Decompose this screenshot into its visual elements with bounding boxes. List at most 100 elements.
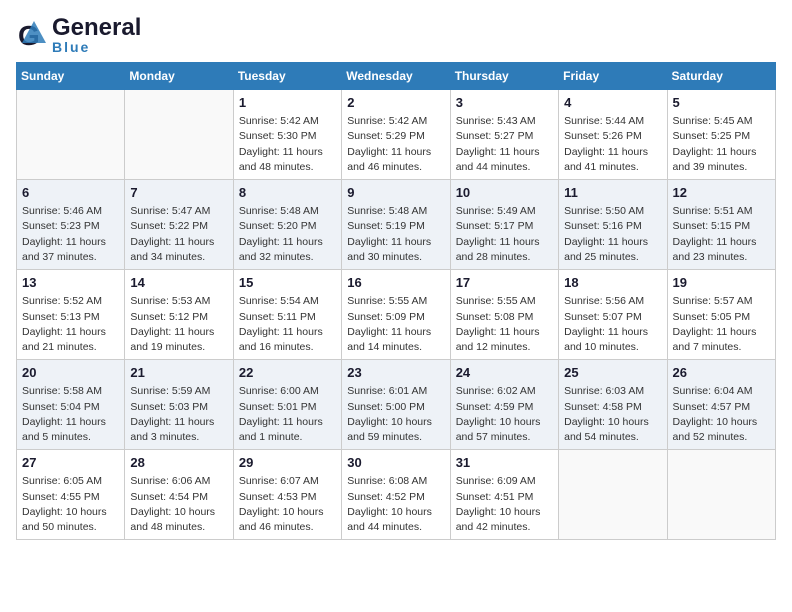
calendar-cell: 31 Sunrise: 6:09 AM Sunset: 4:51 PM Dayli… bbox=[450, 450, 558, 540]
calendar-cell: 25 Sunrise: 6:03 AM Sunset: 4:58 PM Dayli… bbox=[559, 360, 667, 450]
day-number: 29 bbox=[239, 454, 336, 472]
day-info: Sunrise: 5:56 AM Sunset: 5:07 PM Dayligh… bbox=[564, 294, 661, 355]
day-number: 11 bbox=[564, 184, 661, 202]
calendar-cell: 9 Sunrise: 5:48 AM Sunset: 5:19 PM Daylig… bbox=[342, 180, 450, 270]
logo-general: General bbox=[52, 16, 141, 40]
calendar-cell: 18 Sunrise: 5:56 AM Sunset: 5:07 PM Dayli… bbox=[559, 270, 667, 360]
calendar-week-3: 13 Sunrise: 5:52 AM Sunset: 5:13 PM Dayli… bbox=[17, 270, 776, 360]
calendar-cell: 21 Sunrise: 5:59 AM Sunset: 5:03 PM Dayli… bbox=[125, 360, 233, 450]
weekday-header-sunday: Sunday bbox=[17, 63, 125, 90]
calendar-cell: 23 Sunrise: 6:01 AM Sunset: 5:00 PM Dayli… bbox=[342, 360, 450, 450]
calendar-header-row: SundayMondayTuesdayWednesdayThursdayFrid… bbox=[17, 63, 776, 90]
calendar-cell: 8 Sunrise: 5:48 AM Sunset: 5:20 PM Daylig… bbox=[233, 180, 341, 270]
day-info: Sunrise: 6:06 AM Sunset: 4:54 PM Dayligh… bbox=[130, 474, 227, 535]
day-number: 23 bbox=[347, 364, 444, 382]
calendar-cell: 1Sunrise: 5:42 AM Sunset: 5:30 PM Daylig… bbox=[233, 90, 341, 180]
day-number: 19 bbox=[673, 274, 770, 292]
day-info: Sunrise: 5:42 AM Sunset: 5:29 PM Dayligh… bbox=[347, 114, 444, 175]
day-number: 26 bbox=[673, 364, 770, 382]
calendar-cell: 16Sunrise: 5:55 AM Sunset: 5:09 PM Dayli… bbox=[342, 270, 450, 360]
day-number: 1 bbox=[239, 94, 336, 112]
calendar-cell bbox=[125, 90, 233, 180]
calendar-cell: 5 Sunrise: 5:45 AM Sunset: 5:25 PM Daylig… bbox=[667, 90, 775, 180]
calendar-cell: 14Sunrise: 5:53 AM Sunset: 5:12 PM Dayli… bbox=[125, 270, 233, 360]
day-info: Sunrise: 6:01 AM Sunset: 5:00 PM Dayligh… bbox=[347, 384, 444, 445]
day-info: Sunrise: 5:52 AM Sunset: 5:13 PM Dayligh… bbox=[22, 294, 119, 355]
day-number: 2 bbox=[347, 94, 444, 112]
calendar-week-2: 6 Sunrise: 5:46 AM Sunset: 5:23 PM Daylig… bbox=[17, 180, 776, 270]
calendar-cell: 24 Sunrise: 6:02 AM Sunset: 4:59 PM Dayli… bbox=[450, 360, 558, 450]
day-info: Sunrise: 5:59 AM Sunset: 5:03 PM Dayligh… bbox=[130, 384, 227, 445]
day-info: Sunrise: 5:54 AM Sunset: 5:11 PM Dayligh… bbox=[239, 294, 336, 355]
day-info: Sunrise: 5:50 AM Sunset: 5:16 PM Dayligh… bbox=[564, 204, 661, 265]
day-number: 3 bbox=[456, 94, 553, 112]
logo: G General Blue bbox=[16, 16, 141, 54]
day-number: 18 bbox=[564, 274, 661, 292]
calendar-cell: 20 Sunrise: 5:58 AM Sunset: 5:04 PM Dayli… bbox=[17, 360, 125, 450]
day-info: Sunrise: 6:08 AM Sunset: 4:52 PM Dayligh… bbox=[347, 474, 444, 535]
day-number: 5 bbox=[673, 94, 770, 112]
day-info: Sunrise: 6:02 AM Sunset: 4:59 PM Dayligh… bbox=[456, 384, 553, 445]
logo-icon: G bbox=[16, 17, 52, 53]
day-info: Sunrise: 6:09 AM Sunset: 4:51 PM Dayligh… bbox=[456, 474, 553, 535]
day-number: 8 bbox=[239, 184, 336, 202]
calendar-week-1: 1Sunrise: 5:42 AM Sunset: 5:30 PM Daylig… bbox=[17, 90, 776, 180]
calendar-cell: 11 Sunrise: 5:50 AM Sunset: 5:16 PM Dayli… bbox=[559, 180, 667, 270]
day-number: 12 bbox=[673, 184, 770, 202]
logo-blue: Blue bbox=[52, 40, 141, 54]
day-info: Sunrise: 5:44 AM Sunset: 5:26 PM Dayligh… bbox=[564, 114, 661, 175]
day-info: Sunrise: 5:57 AM Sunset: 5:05 PM Dayligh… bbox=[673, 294, 770, 355]
calendar-cell: 13 Sunrise: 5:52 AM Sunset: 5:13 PM Dayli… bbox=[17, 270, 125, 360]
day-info: Sunrise: 5:49 AM Sunset: 5:17 PM Dayligh… bbox=[456, 204, 553, 265]
weekday-header-wednesday: Wednesday bbox=[342, 63, 450, 90]
calendar-week-5: 27Sunrise: 6:05 AM Sunset: 4:55 PM Dayli… bbox=[17, 450, 776, 540]
weekday-header-friday: Friday bbox=[559, 63, 667, 90]
day-info: Sunrise: 6:04 AM Sunset: 4:57 PM Dayligh… bbox=[673, 384, 770, 445]
day-number: 31 bbox=[456, 454, 553, 472]
weekday-header-thursday: Thursday bbox=[450, 63, 558, 90]
weekday-header-saturday: Saturday bbox=[667, 63, 775, 90]
calendar-cell: 29 Sunrise: 6:07 AM Sunset: 4:53 PM Dayli… bbox=[233, 450, 341, 540]
day-number: 15 bbox=[239, 274, 336, 292]
day-number: 6 bbox=[22, 184, 119, 202]
calendar-cell: 6 Sunrise: 5:46 AM Sunset: 5:23 PM Daylig… bbox=[17, 180, 125, 270]
calendar-cell: 27Sunrise: 6:05 AM Sunset: 4:55 PM Dayli… bbox=[17, 450, 125, 540]
calendar-cell: 17Sunrise: 5:55 AM Sunset: 5:08 PM Dayli… bbox=[450, 270, 558, 360]
day-number: 27 bbox=[22, 454, 119, 472]
day-info: Sunrise: 5:48 AM Sunset: 5:20 PM Dayligh… bbox=[239, 204, 336, 265]
calendar-cell: 26 Sunrise: 6:04 AM Sunset: 4:57 PM Dayli… bbox=[667, 360, 775, 450]
calendar-table: SundayMondayTuesdayWednesdayThursdayFrid… bbox=[16, 62, 776, 540]
calendar-cell: 4 Sunrise: 5:44 AM Sunset: 5:26 PM Daylig… bbox=[559, 90, 667, 180]
calendar-body: 1Sunrise: 5:42 AM Sunset: 5:30 PM Daylig… bbox=[17, 90, 776, 540]
day-number: 13 bbox=[22, 274, 119, 292]
day-number: 17 bbox=[456, 274, 553, 292]
page-header: G General Blue bbox=[16, 16, 776, 54]
calendar-cell: 30Sunrise: 6:08 AM Sunset: 4:52 PM Dayli… bbox=[342, 450, 450, 540]
calendar-cell: 3 Sunrise: 5:43 AM Sunset: 5:27 PM Daylig… bbox=[450, 90, 558, 180]
day-info: Sunrise: 5:45 AM Sunset: 5:25 PM Dayligh… bbox=[673, 114, 770, 175]
day-number: 9 bbox=[347, 184, 444, 202]
day-number: 7 bbox=[130, 184, 227, 202]
day-number: 24 bbox=[456, 364, 553, 382]
day-number: 20 bbox=[22, 364, 119, 382]
day-info: Sunrise: 5:55 AM Sunset: 5:09 PM Dayligh… bbox=[347, 294, 444, 355]
calendar-cell: 12Sunrise: 5:51 AM Sunset: 5:15 PM Dayli… bbox=[667, 180, 775, 270]
day-info: Sunrise: 5:58 AM Sunset: 5:04 PM Dayligh… bbox=[22, 384, 119, 445]
day-number: 25 bbox=[564, 364, 661, 382]
day-number: 21 bbox=[130, 364, 227, 382]
calendar-cell: 10 Sunrise: 5:49 AM Sunset: 5:17 PM Dayli… bbox=[450, 180, 558, 270]
day-info: Sunrise: 5:43 AM Sunset: 5:27 PM Dayligh… bbox=[456, 114, 553, 175]
day-info: Sunrise: 6:07 AM Sunset: 4:53 PM Dayligh… bbox=[239, 474, 336, 535]
weekday-header-tuesday: Tuesday bbox=[233, 63, 341, 90]
weekday-header-monday: Monday bbox=[125, 63, 233, 90]
calendar-cell bbox=[17, 90, 125, 180]
day-info: Sunrise: 5:46 AM Sunset: 5:23 PM Dayligh… bbox=[22, 204, 119, 265]
day-info: Sunrise: 5:47 AM Sunset: 5:22 PM Dayligh… bbox=[130, 204, 227, 265]
day-number: 10 bbox=[456, 184, 553, 202]
day-number: 4 bbox=[564, 94, 661, 112]
day-number: 22 bbox=[239, 364, 336, 382]
day-number: 28 bbox=[130, 454, 227, 472]
day-info: Sunrise: 6:03 AM Sunset: 4:58 PM Dayligh… bbox=[564, 384, 661, 445]
calendar-cell bbox=[559, 450, 667, 540]
day-info: Sunrise: 5:48 AM Sunset: 5:19 PM Dayligh… bbox=[347, 204, 444, 265]
